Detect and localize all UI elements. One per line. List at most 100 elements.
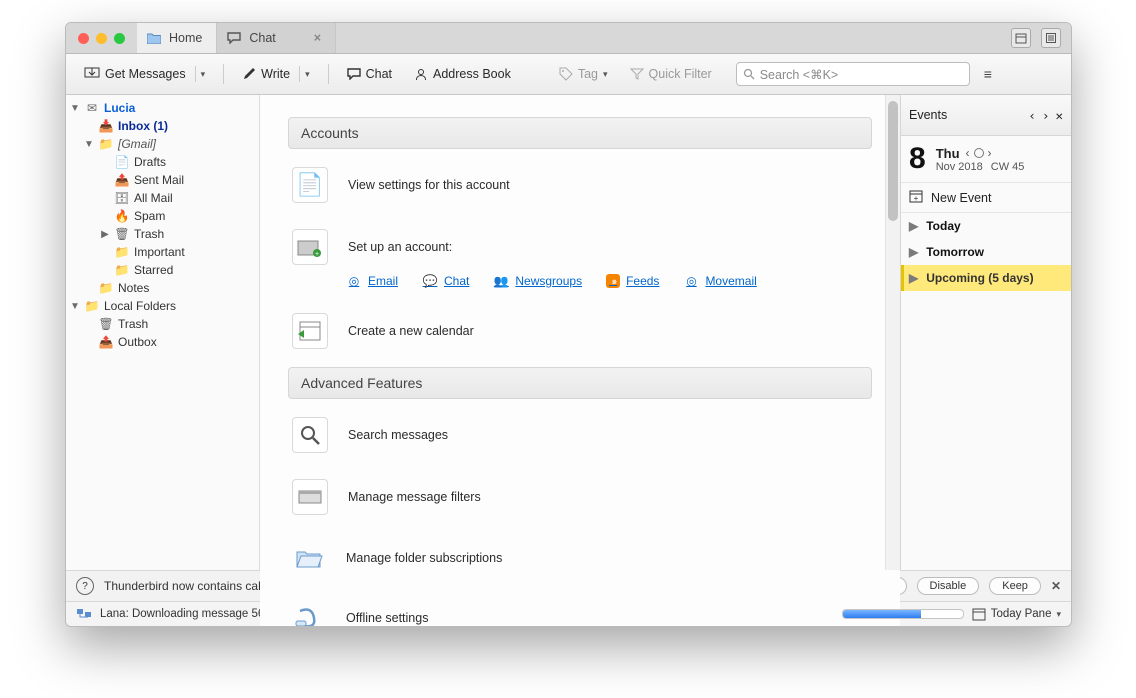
day-pager[interactable]: ‹›	[966, 146, 992, 160]
events-prev-button[interactable]: ‹	[1028, 108, 1036, 123]
search-placeholder: Search <⌘K>	[760, 67, 839, 82]
allmail-row[interactable]: 🗄︎All Mail	[66, 189, 259, 207]
newsgroups-icon: 👥	[493, 273, 509, 289]
today-pane-toggle[interactable]: Today Pane ▾	[972, 607, 1061, 621]
chevron-right-icon: ▶	[909, 219, 918, 233]
quick-filter-button[interactable]: Quick Filter	[622, 64, 720, 84]
folder-label: Important	[134, 245, 185, 259]
upcoming-section[interactable]: ▶Upcoming (5 days)	[901, 265, 1071, 291]
tab-label: Chat	[249, 31, 275, 45]
row-label: Search messages	[348, 428, 448, 442]
content-wrapper: Accounts 📄 View settings for this accoun…	[260, 95, 900, 570]
events-close-button[interactable]: ✕	[1055, 108, 1063, 123]
svg-text:+: +	[315, 251, 319, 257]
setup-newsgroups-link[interactable]: 👥 Newsgroups	[493, 273, 582, 289]
today-pane-icon	[972, 607, 986, 621]
events-pane: Events ‹ › ✕ 8 Thu ‹› Nov 2018 CW 45	[900, 95, 1071, 570]
close-dot[interactable]	[78, 33, 89, 44]
view-settings-row[interactable]: 📄 View settings for this account	[288, 159, 872, 221]
important-row[interactable]: 📁 Important	[66, 243, 259, 261]
gmail-row[interactable]: ▼📁[Gmail]	[66, 135, 259, 153]
get-messages-button[interactable]: Get Messages ▾	[76, 63, 213, 85]
manage-filters-row[interactable]: Manage message filters	[288, 471, 872, 533]
setup-movemail-link[interactable]: ◎Movemail	[683, 273, 756, 289]
account-icon: ✉︎	[84, 100, 100, 116]
starred-row[interactable]: 📁Starred	[66, 261, 259, 279]
chevron-down-icon: ▾	[1056, 609, 1061, 620]
setup-feeds-link[interactable]: ๑Feeds	[606, 274, 659, 288]
tomorrow-section[interactable]: ▶Tomorrow	[901, 239, 1071, 265]
row-label: View settings for this account	[348, 178, 510, 192]
notification-close-button[interactable]: ✕	[1051, 579, 1061, 593]
local-folders-row[interactable]: ▼📁Local Folders	[66, 297, 259, 315]
tab-close-icon[interactable]: ×	[314, 31, 321, 45]
sent-row[interactable]: 📤Sent Mail	[66, 171, 259, 189]
events-next-button[interactable]: ›	[1042, 108, 1050, 123]
local-trash-row[interactable]: 🗑︎Trash	[66, 315, 259, 333]
content-scrollbar[interactable]	[885, 95, 900, 570]
keep-button[interactable]: Keep	[989, 577, 1041, 595]
spam-row[interactable]: 🔥Spam	[66, 207, 259, 225]
chevron-down-icon: ▾	[603, 69, 608, 80]
button-label: Tag	[578, 67, 598, 81]
search-messages-row[interactable]: Search messages	[288, 409, 872, 471]
minimize-dot[interactable]	[96, 33, 107, 44]
button-label: Chat	[366, 67, 392, 81]
scrollbar-thumb[interactable]	[888, 101, 898, 221]
tag-button[interactable]: Tag ▾	[551, 64, 616, 84]
chevron-right-icon: ▶	[909, 245, 918, 259]
offline-settings-row[interactable]: Offline settings	[288, 593, 872, 627]
today-pane-label: Today Pane	[991, 608, 1052, 620]
chat-button[interactable]: Chat	[339, 64, 400, 84]
create-calendar-row[interactable]: Create a new calendar	[288, 305, 872, 367]
link-label: Chat	[444, 274, 469, 288]
trash-row[interactable]: ▶🗑︎Trash	[66, 225, 259, 243]
new-event-icon: +	[909, 189, 923, 206]
outbox-row[interactable]: 📤Outbox	[66, 333, 259, 351]
account-row[interactable]: ▼✉︎Lucia	[66, 99, 259, 117]
link-label: Newsgroups	[515, 274, 582, 288]
search-input[interactable]: Search <⌘K>	[736, 62, 970, 86]
window-controls	[66, 33, 137, 44]
drafts-row[interactable]: 📄Drafts	[66, 153, 259, 171]
row-label: Create a new calendar	[348, 324, 474, 338]
row-label: Manage message filters	[348, 490, 481, 504]
calendar-button[interactable]	[1011, 28, 1031, 48]
inbox-icon: 📥	[98, 118, 114, 134]
chevron-right-icon: ▶	[909, 271, 918, 285]
trash-icon: 🗑︎	[114, 226, 130, 242]
tasks-button[interactable]	[1041, 28, 1061, 48]
setup-email-link[interactable]: ◎Email	[346, 273, 398, 289]
button-label: Write	[261, 67, 290, 81]
folder-label: Spam	[134, 209, 165, 223]
accounts-header: Accounts	[288, 117, 872, 149]
app-menu-button[interactable]: ≡	[984, 66, 992, 82]
filter-icon	[292, 479, 328, 515]
write-button[interactable]: Write ▾	[234, 63, 317, 85]
new-event-button[interactable]: + New Event	[901, 183, 1071, 213]
cw-label: CW 45	[991, 161, 1025, 173]
disable-button[interactable]: Disable	[917, 577, 980, 595]
sent-icon: 📤	[114, 172, 130, 188]
home-content: Accounts 📄 View settings for this accoun…	[260, 95, 900, 627]
setup-chat-link[interactable]: 💬Chat	[422, 273, 469, 289]
manage-subscriptions-row[interactable]: Manage folder subscriptions	[288, 533, 872, 593]
day-number: 8	[909, 142, 926, 176]
info-icon: ?	[76, 577, 94, 595]
app-window: Home Chat × Get Messages ▾	[65, 22, 1072, 627]
address-book-button[interactable]: Address Book	[406, 64, 519, 84]
section-label: Today	[926, 219, 960, 233]
folder-icon: 📁	[84, 298, 100, 314]
toolbar: Get Messages ▾ Write ▾ Chat Address Book…	[66, 54, 1071, 95]
today-section[interactable]: ▶ Today	[901, 213, 1071, 239]
day-name: Thu	[936, 146, 960, 161]
inbox-row[interactable]: 📥Inbox (1)	[66, 117, 259, 135]
tab-home[interactable]: Home	[137, 23, 217, 53]
zoom-dot[interactable]	[114, 33, 125, 44]
new-event-label: New Event	[931, 191, 991, 205]
folder-icon: 📁	[114, 244, 130, 260]
folder-open-icon	[292, 541, 326, 575]
notes-row[interactable]: 📁Notes	[66, 279, 259, 297]
tab-chat[interactable]: Chat ×	[217, 23, 336, 53]
row-label: Manage folder subscriptions	[346, 551, 502, 565]
